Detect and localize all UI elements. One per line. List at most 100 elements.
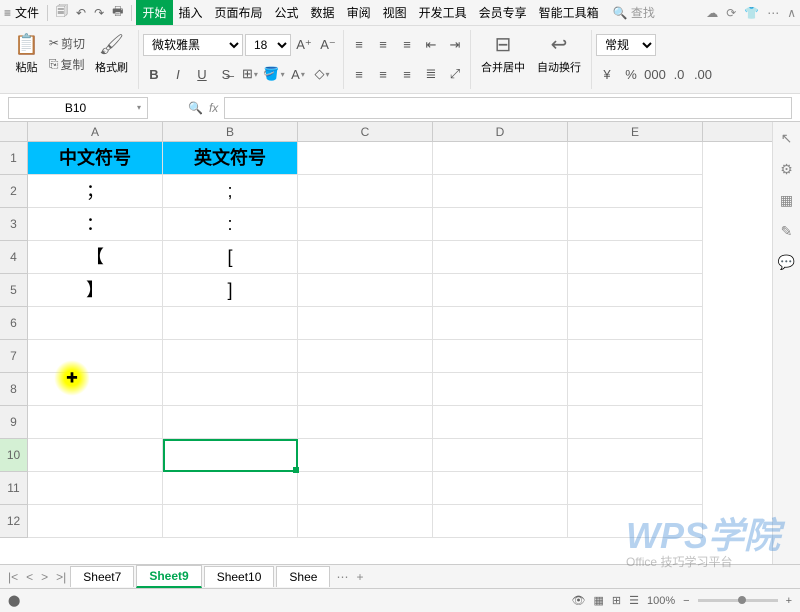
distribute-icon[interactable]: ≣ (420, 63, 442, 85)
cell[interactable] (568, 274, 703, 307)
save-icon[interactable]: 🗐 (52, 0, 72, 25)
cell[interactable] (28, 439, 163, 472)
cell[interactable] (298, 175, 433, 208)
cell[interactable] (163, 472, 298, 505)
cell-reference-box[interactable]: B10 ▾ (8, 97, 148, 119)
indent-right-icon[interactable]: ⇥ (444, 34, 466, 56)
cell[interactable] (433, 340, 568, 373)
wrap-button[interactable]: ↩ 自动换行 (531, 30, 587, 77)
tab-data[interactable]: 数据 (305, 0, 341, 25)
cell[interactable] (568, 439, 703, 472)
cell-b4[interactable]: [ (163, 241, 298, 274)
cell[interactable] (433, 505, 568, 538)
tab-start[interactable]: 开始 (136, 0, 172, 25)
row-header[interactable]: 6 (0, 307, 28, 340)
cell[interactable] (433, 439, 568, 472)
strikethrough-button[interactable]: S̶ (215, 63, 237, 85)
select-all-corner[interactable] (0, 122, 28, 141)
sync-icon[interactable]: ⟳ (726, 6, 736, 20)
formula-input[interactable] (224, 97, 792, 119)
cell-b10[interactable] (163, 439, 298, 472)
cell-a4[interactable]: 【 (28, 241, 163, 274)
hamburger-icon[interactable]: ≡ (4, 6, 11, 20)
cell[interactable] (433, 142, 568, 175)
cell[interactable] (298, 373, 433, 406)
cloud-icon[interactable]: ☁ (706, 6, 718, 20)
merge-button[interactable]: ⊟ 合并居中 (475, 30, 531, 77)
cell[interactable] (28, 472, 163, 505)
settings-icon[interactable]: ⚙ (780, 161, 793, 178)
align-center-icon[interactable]: ≡ (372, 63, 394, 85)
cell[interactable] (568, 241, 703, 274)
cell[interactable] (568, 142, 703, 175)
cell-b1[interactable]: 英文符号 (163, 142, 298, 175)
cell[interactable] (298, 505, 433, 538)
align-top-icon[interactable]: ≡ (348, 34, 370, 56)
bold-button[interactable]: B (143, 63, 165, 85)
tab-vip[interactable]: 会员专享 (473, 0, 533, 25)
tab-developer[interactable]: 开发工具 (413, 0, 473, 25)
row-header[interactable]: 2 (0, 175, 28, 208)
cell-a2[interactable]: ； (28, 175, 163, 208)
cell[interactable] (568, 373, 703, 406)
reading-view-icon[interactable]: ☰ (629, 594, 639, 607)
last-sheet-icon[interactable]: >| (52, 570, 70, 584)
copy-button[interactable]: ⎘ 复制 (45, 54, 89, 75)
cell-a5[interactable]: 】 (28, 274, 163, 307)
row-header[interactable]: 4 (0, 241, 28, 274)
sheet-tab[interactable]: Sheet9 (136, 565, 201, 588)
page-view-icon[interactable]: ⊞ (612, 594, 621, 607)
cell[interactable] (28, 505, 163, 538)
tab-view[interactable]: 视图 (377, 0, 413, 25)
cell[interactable] (163, 406, 298, 439)
cell[interactable] (433, 175, 568, 208)
comma-button[interactable]: 000 (644, 63, 666, 85)
number-format-select[interactable]: 常规 (596, 34, 656, 56)
cell[interactable] (568, 406, 703, 439)
cell[interactable] (433, 274, 568, 307)
align-middle-icon[interactable]: ≡ (372, 34, 394, 56)
tab-page-layout[interactable]: 页面布局 (209, 0, 269, 25)
cell[interactable] (163, 307, 298, 340)
row-header[interactable]: 5 (0, 274, 28, 307)
cell[interactable] (28, 373, 163, 406)
fx-icon[interactable]: fx (209, 101, 218, 115)
zoom-out-icon[interactable]: − (683, 595, 689, 607)
align-bottom-icon[interactable]: ≡ (396, 34, 418, 56)
row-header[interactable]: 1 (0, 142, 28, 175)
file-menu[interactable]: 文件 (15, 4, 39, 21)
border-button[interactable]: ⊞▾ (239, 63, 261, 85)
cell[interactable] (568, 208, 703, 241)
cell[interactable] (163, 373, 298, 406)
cell[interactable] (298, 208, 433, 241)
style-icon[interactable]: ✎ (781, 223, 793, 240)
cell-a1[interactable]: 中文符号 (28, 142, 163, 175)
more-tabs-icon[interactable]: ⋯ (332, 570, 352, 584)
cell[interactable] (163, 340, 298, 373)
decrease-decimal-icon[interactable]: .0 (668, 63, 690, 85)
zoom-level[interactable]: 100% (647, 595, 675, 607)
cell[interactable] (28, 307, 163, 340)
print-icon[interactable]: 🖶 (108, 0, 127, 25)
cell[interactable] (433, 373, 568, 406)
sheet-tab[interactable]: Sheet7 (70, 566, 134, 587)
next-sheet-icon[interactable]: > (37, 570, 52, 584)
cell[interactable] (568, 307, 703, 340)
cell[interactable] (568, 472, 703, 505)
record-icon[interactable]: ⬤ (8, 594, 20, 607)
italic-button[interactable]: I (167, 63, 189, 85)
cell[interactable] (28, 340, 163, 373)
fill-color-button[interactable]: 🪣▾ (263, 63, 285, 85)
cell[interactable] (298, 307, 433, 340)
search-icon[interactable]: 🔍 (188, 101, 203, 115)
skin-icon[interactable]: 👕 (744, 6, 759, 20)
col-header-a[interactable]: A (28, 122, 163, 141)
chevron-down-icon[interactable]: ▾ (137, 103, 141, 112)
row-header[interactable]: 11 (0, 472, 28, 505)
row-header[interactable]: 7 (0, 340, 28, 373)
currency-button[interactable]: ¥ (596, 63, 618, 85)
cell-b2[interactable]: ; (163, 175, 298, 208)
add-sheet-icon[interactable]: + (352, 570, 367, 584)
tab-smart-tools[interactable]: 智能工具箱 (533, 0, 605, 25)
font-color-button[interactable]: A▾ (287, 63, 309, 85)
